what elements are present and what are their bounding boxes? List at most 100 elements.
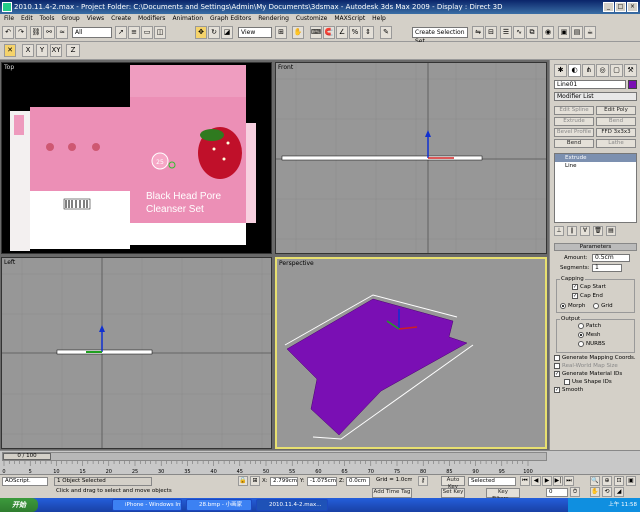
maximize-viewport-icon[interactable]: ▣ xyxy=(626,476,636,486)
spinner-snap-icon[interactable]: ⇕ xyxy=(362,26,374,39)
constraint-x-button[interactable]: X xyxy=(22,44,34,57)
goto-start-icon[interactable]: ⏮ xyxy=(520,476,530,486)
lathe-button[interactable]: Lathe xyxy=(596,139,636,148)
percent-snap-icon[interactable]: % xyxy=(349,26,361,39)
menu-file[interactable]: File xyxy=(4,14,14,24)
menu-animation[interactable]: Animation xyxy=(172,14,203,24)
gen-mapping-row[interactable]: Generate Mapping Coords. xyxy=(554,354,637,362)
lock-selection-icon[interactable]: 🔒 xyxy=(238,476,248,486)
display-tab-icon[interactable]: ▢ xyxy=(610,64,623,77)
quick-render-icon[interactable]: ☕ xyxy=(584,26,596,39)
menu-create[interactable]: Create xyxy=(111,14,131,24)
viewport-top-label[interactable]: Top xyxy=(4,64,14,71)
time-config-icon[interactable]: ⏱ xyxy=(570,487,580,497)
layer-manager-icon[interactable]: ☰ xyxy=(500,26,512,39)
output-mesh-row[interactable]: Mesh xyxy=(578,331,640,339)
field-of-view-icon[interactable]: ◢ xyxy=(614,487,624,497)
patch-radio[interactable] xyxy=(578,322,584,329)
utilities-tab-icon[interactable]: ⚒ xyxy=(624,64,637,77)
key-mode-icon[interactable]: ⚷ xyxy=(418,476,428,486)
zoom-icon[interactable]: 🔍 xyxy=(590,476,600,486)
play-icon[interactable]: ▶ xyxy=(542,476,552,486)
smooth-checkbox[interactable]: ✓ xyxy=(554,386,560,393)
cap-start-checkbox[interactable]: ✓ xyxy=(572,283,578,290)
task-3dsmax[interactable]: 2010.11.4-2.max... xyxy=(256,499,328,511)
pan-icon[interactable]: ✋ xyxy=(590,487,600,497)
menu-customize[interactable]: Customize xyxy=(296,14,328,24)
real-world-row[interactable]: Real-World Map Size xyxy=(554,362,637,370)
real-world-checkbox[interactable] xyxy=(554,362,560,369)
constraint-xy-button[interactable]: XY xyxy=(50,44,62,57)
object-name-field[interactable]: Line01 xyxy=(554,80,626,89)
zoom-all-icon[interactable]: ⊕ xyxy=(602,476,612,486)
render-setup-icon[interactable]: ▣ xyxy=(558,26,570,39)
parameters-rollout-header[interactable]: Parameters xyxy=(554,243,637,251)
unlink-icon[interactable]: ⚯ xyxy=(43,26,55,39)
constraint-z-button[interactable]: Z xyxy=(66,44,80,57)
time-slider-thumb[interactable]: 0 / 100 xyxy=(3,453,51,460)
nurbs-radio[interactable] xyxy=(578,340,584,347)
extrude-button[interactable]: Extrude xyxy=(554,117,594,126)
material-editor-icon[interactable]: ◉ xyxy=(542,26,554,39)
select-by-name-icon[interactable]: ≡ xyxy=(128,26,140,39)
stack-item-line[interactable]: Line xyxy=(555,162,636,170)
create-tab-icon[interactable]: ✱ xyxy=(554,64,567,77)
menu-tools[interactable]: Tools xyxy=(40,14,55,24)
viewport-front[interactable]: Front xyxy=(275,62,547,254)
close-button[interactable]: × xyxy=(627,2,638,12)
edit-poly-button[interactable]: Edit Poly xyxy=(596,106,636,115)
menu-help[interactable]: Help xyxy=(372,14,386,24)
gen-mat-ids-row[interactable]: ✓ Generate Material IDs xyxy=(554,370,637,378)
align-icon[interactable]: ⊟ xyxy=(485,26,497,39)
edit-named-selection-icon[interactable]: ✎ xyxy=(380,26,392,39)
edit-spline-button[interactable]: Edit Spline xyxy=(554,106,594,115)
curve-editor-icon[interactable]: ∿ xyxy=(513,26,525,39)
select-scale-icon[interactable]: ◪ xyxy=(221,26,233,39)
track-bar[interactable]: 0 5 10 15 20 25 30 35 40 45 50 55 60 65 70 75 80 85 90 95 10… xyxy=(0,461,640,475)
object-color-swatch[interactable] xyxy=(628,80,637,89)
pivot-center-icon[interactable]: ⊞ xyxy=(275,26,287,39)
selected-dropdown[interactable]: Selected xyxy=(468,477,516,486)
goto-end-icon[interactable]: ⏭ xyxy=(564,476,574,486)
modifier-list-dropdown[interactable]: Modifier List xyxy=(554,92,637,101)
rectangular-selection-icon[interactable]: ▭ xyxy=(141,26,153,39)
morph-radio[interactable] xyxy=(560,302,566,309)
show-end-result-icon[interactable]: ∥ xyxy=(567,226,577,236)
keyboard-shortcut-icon[interactable]: ⌨ xyxy=(310,26,322,39)
mesh-radio[interactable] xyxy=(578,331,584,338)
amount-input[interactable]: 0.5cm xyxy=(592,254,630,262)
link-icon[interactable]: ⛓ xyxy=(30,26,42,39)
viewport-front-label[interactable]: Front xyxy=(278,64,293,71)
z-coord-field[interactable]: 0.0cm xyxy=(346,477,370,486)
window-crossing-icon[interactable]: ◫ xyxy=(154,26,166,39)
snaps-toggle-icon[interactable]: 🧲 xyxy=(323,26,335,39)
mirror-icon[interactable]: ⇋ xyxy=(472,26,484,39)
hierarchy-tab-icon[interactable]: ⋔ xyxy=(582,64,595,77)
motion-tab-icon[interactable]: ◎ xyxy=(596,64,609,77)
ffd-button[interactable]: FFD 3x3x3 xyxy=(596,128,636,137)
maxscript-listener[interactable]: AOScript. xyxy=(2,477,48,486)
zoom-extents-icon[interactable]: ⊡ xyxy=(614,476,624,486)
schematic-view-icon[interactable]: ⧉ xyxy=(526,26,538,39)
cap-start-row[interactable]: ✓ Cap Start xyxy=(572,283,640,291)
maximize-button[interactable]: □ xyxy=(615,2,626,12)
task-iphone[interactable]: iPhone - Windows Int... xyxy=(112,499,182,511)
pin-stack-icon[interactable]: ⊥ xyxy=(554,226,564,236)
gen-mapping-checkbox[interactable] xyxy=(554,354,560,361)
remove-modifier-icon[interactable]: 🗑 xyxy=(593,226,603,236)
current-frame-field[interactable]: 0 xyxy=(546,488,568,497)
menu-maxscript[interactable]: MAXScript xyxy=(334,14,365,24)
set-key-button[interactable]: Set Key xyxy=(441,488,465,498)
bend-button[interactable]: Bend xyxy=(554,139,594,148)
menu-edit[interactable]: Edit xyxy=(21,14,33,24)
cap-end-row[interactable]: ✓ Cap End xyxy=(572,292,640,300)
key-filters-button[interactable]: Key Filters... xyxy=(486,488,520,502)
absolute-mode-icon[interactable]: ⊞ xyxy=(250,476,260,486)
select-rotate-icon[interactable]: ↻ xyxy=(208,26,220,39)
viewport-top[interactable]: 25 Black Head Pore Cleanser Set Top xyxy=(1,62,272,254)
angle-snap-icon[interactable]: ∠ xyxy=(336,26,348,39)
menu-views[interactable]: Views xyxy=(87,14,104,24)
configure-sets-icon[interactable]: ▤ xyxy=(606,226,616,236)
menu-group[interactable]: Group xyxy=(61,14,79,24)
use-shape-ids-row[interactable]: Use Shape IDs xyxy=(564,378,640,386)
